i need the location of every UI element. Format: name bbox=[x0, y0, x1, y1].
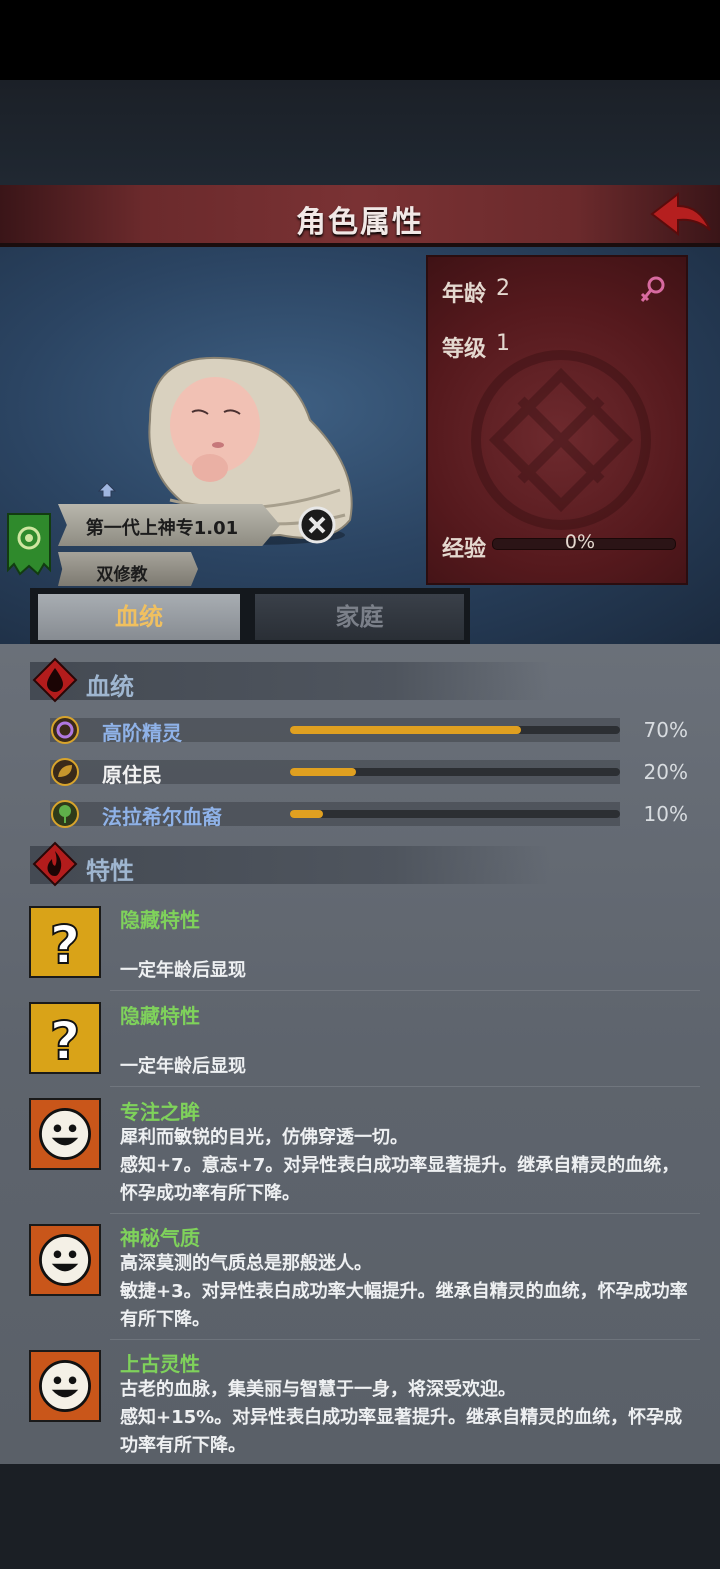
trait-name: 隐藏特性 bbox=[120, 908, 200, 932]
smiley-icon bbox=[29, 1224, 101, 1296]
smiley-icon bbox=[29, 1098, 101, 1170]
age-label: 年龄 bbox=[442, 282, 487, 307]
page-title: 角色属性 bbox=[296, 205, 424, 240]
svg-text:?: ? bbox=[50, 915, 81, 976]
flame-icon bbox=[32, 841, 78, 887]
lineage-name: 原住民 bbox=[102, 763, 162, 787]
tree-icon bbox=[51, 800, 79, 828]
svg-text:?: ? bbox=[50, 1011, 81, 1072]
trait-divider bbox=[110, 1213, 700, 1214]
character-name[interactable]: 第一代上神专1.01 bbox=[58, 514, 266, 540]
celtic-knot-emblem bbox=[471, 350, 651, 530]
exp-label: 经验 bbox=[442, 537, 487, 562]
header-area bbox=[0, 80, 720, 185]
family-banner-icon[interactable] bbox=[6, 512, 52, 578]
tab-family[interactable]: 家庭 bbox=[255, 594, 464, 640]
lineage-bar-fill bbox=[290, 768, 356, 776]
lineage-section-title: 血统 bbox=[86, 673, 134, 701]
lineage-name: 高阶精灵 bbox=[102, 721, 182, 745]
question-icon: ? bbox=[29, 906, 101, 978]
trait-description: 有所下降。 bbox=[120, 1309, 210, 1330]
lineage-percent: 10% bbox=[643, 802, 688, 826]
trait-description: 高深莫测的气质总是那般迷人。 bbox=[120, 1253, 372, 1274]
trait-description: 感知+15%。对异性表白成功率显著提升。继承自精灵的血统，怀孕成 bbox=[120, 1407, 683, 1428]
trait-name: 上古灵性 bbox=[120, 1352, 200, 1376]
lineage-bar-fill bbox=[290, 726, 521, 734]
lineage-bar-fill bbox=[290, 810, 323, 818]
tab-lineage[interactable]: 血统 bbox=[38, 594, 240, 640]
trait-description: 感知+7。意志+7。对异性表白成功率显著提升。继承自精灵的血统， bbox=[120, 1155, 680, 1176]
character-religion[interactable]: 双修教 bbox=[58, 560, 186, 585]
lineage-percent: 70% bbox=[643, 718, 688, 742]
lineage-percent: 20% bbox=[643, 760, 688, 784]
bottom-area bbox=[0, 1464, 720, 1569]
level-label: 等级 bbox=[442, 337, 487, 362]
trait-divider bbox=[110, 1086, 700, 1087]
trait-description: 一定年龄后显现 bbox=[120, 960, 246, 981]
trait-description: 怀孕成功率有所下降。 bbox=[120, 1183, 300, 1204]
trait-divider bbox=[110, 990, 700, 991]
exp-percent: 0% bbox=[564, 531, 596, 553]
smiley-icon bbox=[29, 1350, 101, 1422]
lineage-name: 法拉希尔血裔 bbox=[102, 805, 222, 829]
trait-description: 敏捷+3。对异性表白成功率大幅提升。继承自精灵的血统，怀孕成功率 bbox=[120, 1281, 688, 1302]
up-arrow-icon bbox=[98, 482, 116, 498]
elf-rune-icon bbox=[51, 716, 79, 744]
trait-name: 神秘气质 bbox=[120, 1226, 200, 1250]
status-bar bbox=[0, 0, 720, 80]
trait-description: 功率有所下降。 bbox=[120, 1435, 246, 1456]
trait-name: 专注之眸 bbox=[120, 1100, 200, 1124]
close-icon[interactable] bbox=[297, 505, 337, 545]
age-value: 2 bbox=[496, 276, 510, 301]
back-arrow-icon[interactable] bbox=[648, 190, 712, 242]
trait-name: 隐藏特性 bbox=[120, 1004, 200, 1028]
trait-divider bbox=[110, 1339, 700, 1340]
trait-description: 犀利而敏锐的目光，仿佛穿透一切。 bbox=[120, 1127, 408, 1148]
traits-section-title: 特性 bbox=[86, 857, 134, 885]
trait-description: 一定年龄后显现 bbox=[120, 1056, 246, 1077]
female-gender-icon bbox=[640, 276, 665, 302]
trait-description: 古老的血脉，集美丽与智慧于一身，将深受欢迎。 bbox=[120, 1379, 516, 1400]
lineage-bar-track bbox=[290, 810, 620, 818]
leaf-icon bbox=[51, 758, 79, 786]
level-value: 1 bbox=[496, 331, 510, 356]
blood-drop-icon bbox=[32, 657, 78, 703]
question-icon: ? bbox=[29, 1002, 101, 1074]
